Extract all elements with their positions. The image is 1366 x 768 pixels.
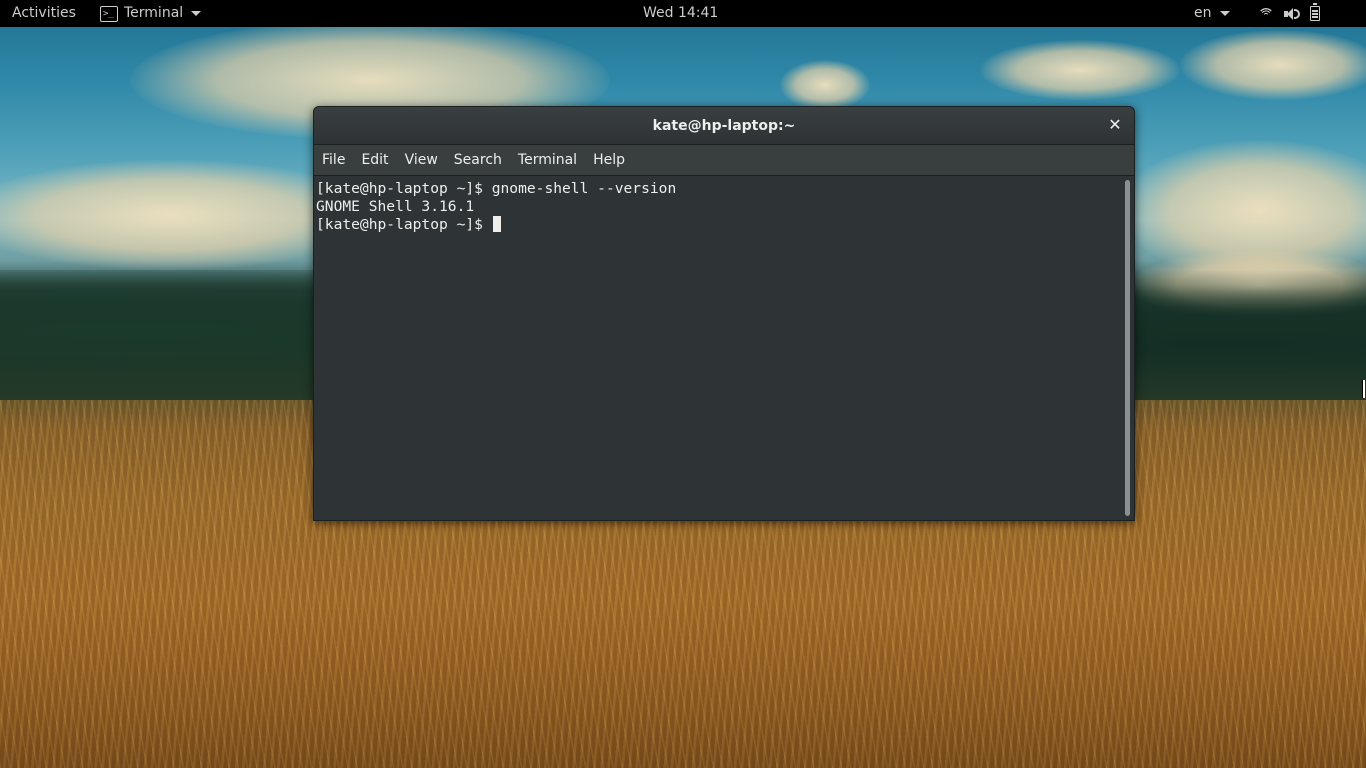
terminal-output[interactable]: [kate@hp-laptop ~]$ gnome-shell --versio…	[314, 176, 1120, 520]
chevron-down-icon	[191, 11, 202, 16]
mouse-pointer	[1362, 380, 1365, 398]
menu-help[interactable]: Help	[585, 145, 633, 175]
app-menu-label: Terminal	[124, 5, 184, 21]
wallpaper-cloud	[780, 60, 870, 110]
terminal-window[interactable]: kate@hp-laptop:~ ✕ File Edit View Search…	[313, 106, 1135, 521]
battery-icon	[1310, 3, 1320, 21]
window-title: kate@hp-laptop:~	[652, 118, 796, 134]
menu-search[interactable]: Search	[446, 145, 510, 175]
menu-bar: File Edit View Search Terminal Help	[314, 145, 1134, 176]
terminal-prompt-line[interactable]: [kate@hp-laptop ~]$	[316, 216, 1120, 234]
top-panel: Activities Terminal Wed 14:41 en	[0, 0, 1366, 28]
menu-terminal[interactable]: Terminal	[510, 145, 585, 175]
wifi-icon	[1258, 7, 1274, 21]
window-titlebar[interactable]: kate@hp-laptop:~ ✕	[314, 107, 1134, 145]
language-label: en	[1194, 5, 1212, 21]
clock-button[interactable]: Wed 14:41	[643, 0, 718, 27]
terminal-app-icon	[100, 1, 118, 28]
menu-view[interactable]: View	[397, 145, 446, 175]
terminal-line: GNOME Shell 3.16.1	[316, 198, 475, 215]
volume-icon	[1284, 7, 1300, 21]
wallpaper-cloud	[980, 40, 1180, 100]
wallpaper-cloud	[1180, 30, 1366, 100]
activities-button[interactable]: Activities	[12, 0, 76, 27]
language-menu-button[interactable]: en	[1194, 0, 1230, 27]
system-status-button[interactable]	[1258, 0, 1320, 27]
app-menu-button[interactable]: Terminal	[100, 0, 202, 28]
scrollbar[interactable]	[1120, 176, 1134, 520]
close-button[interactable]: ✕	[1106, 116, 1124, 134]
scrollbar-thumb[interactable]	[1125, 180, 1130, 516]
text-cursor	[492, 216, 501, 232]
chevron-down-icon	[1219, 11, 1230, 16]
terminal-line: [kate@hp-laptop ~]$ gnome-shell --versio…	[316, 180, 677, 197]
menu-edit[interactable]: Edit	[353, 145, 396, 175]
menu-file[interactable]: File	[314, 145, 353, 175]
